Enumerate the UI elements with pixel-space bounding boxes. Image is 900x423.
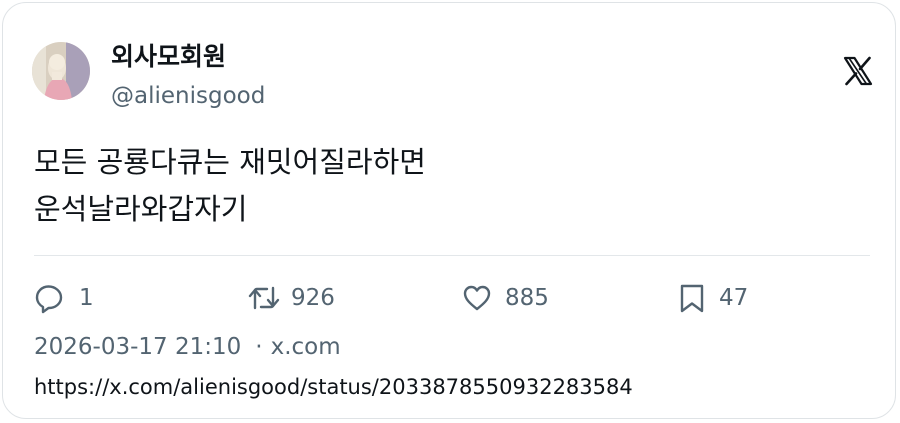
avatar[interactable] <box>32 42 90 100</box>
retweet-count: 926 <box>291 285 335 311</box>
tweet-meta: 2026-03-17 21:10 · x.com <box>34 332 341 362</box>
reply-button[interactable]: 1 <box>33 280 94 316</box>
tweet-card: 외사모회원 @alienisgood 모든 공룡다큐는 재밋어질라하면 운석날라… <box>2 2 896 419</box>
display-name[interactable]: 외사모회원 <box>111 41 226 73</box>
timestamp[interactable]: 2026-03-17 21:10 <box>34 334 241 360</box>
bookmark-button[interactable]: 47 <box>677 280 748 316</box>
heart-icon <box>461 282 493 314</box>
divider <box>34 255 870 256</box>
reply-count: 1 <box>79 285 94 311</box>
like-button[interactable]: 885 <box>461 280 549 316</box>
source-label: x.com <box>270 334 341 360</box>
user-handle[interactable]: @alienisgood <box>111 81 265 111</box>
profile-photo-icon <box>32 42 90 100</box>
tweet-text-line: 운석날라와갑자기 <box>34 192 248 226</box>
tweet-text-line: 모든 공룡다큐는 재밋어질라하면 <box>34 145 426 179</box>
meta-separator: · <box>255 334 263 360</box>
x-logo-icon[interactable] <box>843 56 873 86</box>
like-count: 885 <box>505 285 549 311</box>
tweet-url[interactable]: https://x.com/alienisgood/status/2033878… <box>34 372 633 402</box>
reply-bubble-icon <box>33 282 65 314</box>
retweet-button[interactable]: 926 <box>247 280 335 316</box>
bookmark-count: 47 <box>719 285 749 311</box>
tweet-text: 모든 공룡다큐는 재밋어질라하면 운석날라와갑자기 <box>34 139 864 233</box>
bookmark-icon <box>677 282 707 314</box>
retweet-icon <box>247 282 281 314</box>
